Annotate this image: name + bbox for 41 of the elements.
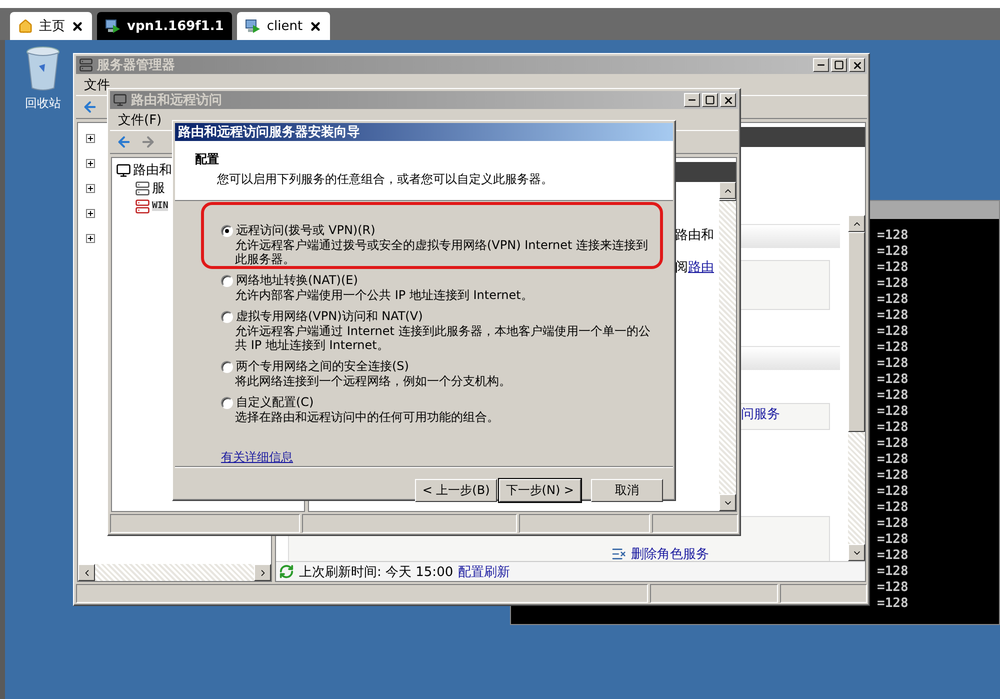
terminal-line: =128 — [877, 548, 910, 564]
terminal-line: =128 — [877, 564, 910, 580]
terminal-line: =128 — [877, 308, 910, 324]
role-service-text: 问服务 — [741, 406, 781, 424]
refresh-time: 上次刷新时间: 今天 15:00 — [299, 564, 454, 580]
tab-label: vpn1.169f1.1 — [127, 18, 224, 34]
terminal-line: =128 — [877, 372, 910, 388]
page-subtitle: 您可以启用下列服务的任意组合，或者您可以自定义此服务器。 — [216, 171, 554, 188]
window-title: 路由和远程访问 — [131, 92, 222, 109]
terminal-line: =128 — [877, 260, 910, 276]
terminal-line: =128 — [877, 436, 910, 452]
terminal-line: =128 — [877, 532, 910, 548]
window-title: 服务器管理器 — [97, 57, 175, 74]
terminal-line: =128 — [877, 420, 910, 436]
terminal-line: =128 — [877, 356, 910, 372]
pane-text: 阅路由 — [675, 259, 715, 276]
window-title: 路由和远程访问服务器安装向导 — [178, 124, 360, 141]
tab-label: client — [266, 18, 303, 34]
terminal-line: =128 — [877, 388, 910, 404]
pane-text: 路由和 — [675, 227, 715, 244]
terminal-line: =128 — [877, 596, 910, 612]
option-description: 将此网络连接到一个远程网络，例如一个分支机构。 — [234, 374, 512, 388]
page-heading: 配置 — [195, 151, 220, 168]
terminal-line: =128 — [877, 324, 910, 340]
terminal-line: =128 — [877, 340, 910, 356]
option-description: 允许远程客户端通过 Internet 连接到此服务器，本地客户端使用一个单一的公共 IP 地址连接到 Internet。 — [234, 324, 652, 352]
option-description: 允许内部客户端使用一个公共 IP 地址连接到 Internet。 — [234, 288, 534, 302]
terminal-line: =128 — [877, 404, 910, 420]
tab-label: 主页 — [39, 18, 65, 35]
terminal-line: =128 — [877, 500, 910, 516]
terminal-line: =128 — [877, 468, 910, 484]
terminal-line: =128 — [877, 484, 910, 500]
terminal-line: =128 — [877, 580, 910, 596]
terminal-line: =128 — [877, 276, 910, 292]
terminal-line: =128 — [877, 516, 910, 532]
terminal-line: =128 — [877, 244, 910, 260]
terminal-line: =128 — [877, 292, 910, 308]
option-description: 选择在路由和远程访问中的任何可用功能的组合。 — [234, 410, 500, 424]
terminal-line: =128 — [877, 452, 910, 468]
terminal-line: =128 — [877, 228, 910, 244]
option-description: 允许远程客户端通过拨号或安全的虚拟专用网络(VPN) Internet 连接来连接到此服务器。 — [234, 238, 650, 266]
